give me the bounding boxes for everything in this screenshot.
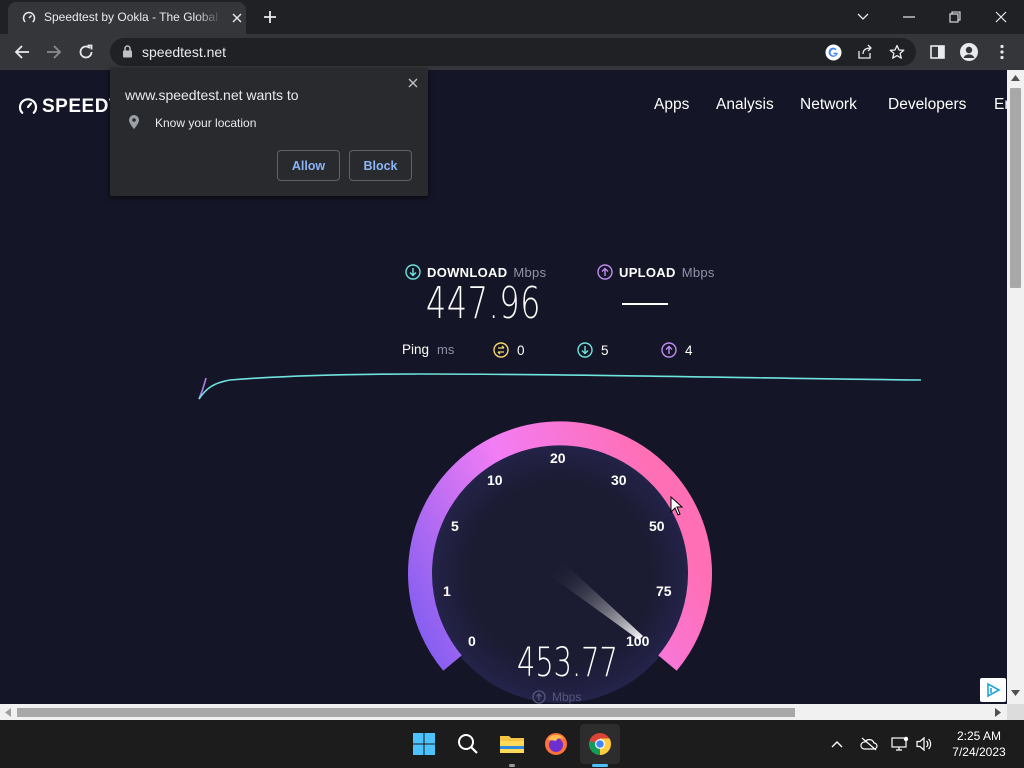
close-window-icon[interactable]	[978, 0, 1024, 34]
nav-analysis[interactable]: Analysis	[716, 96, 774, 114]
chrome-active-indicator	[592, 764, 608, 767]
explorer-running-indicator	[509, 764, 515, 767]
minimize-icon[interactable]	[886, 0, 932, 34]
nav-apps[interactable]: Apps	[654, 96, 689, 114]
upload-pending-dash	[622, 303, 668, 305]
location-pin-icon	[129, 115, 139, 129]
windows-start-icon[interactable]	[404, 724, 444, 764]
scroll-right-arrow-icon[interactable]	[995, 708, 1001, 717]
nav-developers[interactable]: Developers	[888, 96, 966, 114]
upload-unit: Mbps	[681, 264, 715, 280]
adchoices-icon[interactable]	[980, 678, 1006, 702]
network-icon[interactable]	[891, 735, 909, 753]
gauge-tick-20: 20	[550, 450, 566, 466]
firefox-icon[interactable]	[536, 724, 576, 764]
reload-icon[interactable]	[76, 42, 96, 62]
download-value: 447.96	[426, 278, 542, 329]
nav-enterprise-partial[interactable]: Er	[994, 96, 1007, 114]
ping-download: 5	[577, 342, 609, 358]
gauge-tick-10: 10	[487, 472, 503, 488]
ping-label-group: Ping ms	[402, 342, 454, 357]
gauge-unit-group: Mbps	[532, 690, 581, 704]
gauge-tick-5: 5	[451, 518, 459, 534]
upload-label: UPLOAD	[619, 264, 676, 280]
taskbar-clock[interactable]: 2:25 AM 7/24/2023	[944, 728, 1014, 760]
scroll-down-arrow-icon[interactable]	[1011, 690, 1020, 696]
allow-button[interactable]: Allow	[277, 150, 340, 181]
gauge-tick-75: 75	[656, 583, 672, 599]
horizontal-scroll-thumb[interactable]	[17, 708, 795, 717]
permission-request: Know your location	[155, 116, 257, 130]
ping-download-value: 5	[601, 342, 609, 358]
google-lens-icon[interactable]	[824, 43, 842, 61]
volume-icon[interactable]	[915, 735, 933, 753]
tab-search-chevron-icon[interactable]	[840, 0, 886, 34]
permission-title: www.speedtest.net wants to	[125, 87, 299, 103]
mouse-cursor-icon	[670, 496, 684, 516]
ping-upload-value: 4	[685, 342, 693, 358]
search-icon[interactable]	[448, 724, 488, 764]
url-text: speedtest.net	[142, 44, 227, 60]
horizontal-scrollbar[interactable]	[0, 704, 1007, 720]
gauge-tick-1: 1	[443, 583, 451, 599]
scroll-up-arrow-icon[interactable]	[1011, 75, 1020, 81]
download-latency-icon	[577, 342, 593, 358]
file-explorer-icon[interactable]	[492, 724, 532, 764]
gauge-value: 453.77	[517, 640, 618, 686]
clock-time: 2:25 AM	[956, 729, 1002, 743]
speedtest-favicon-icon	[22, 11, 36, 25]
windows-taskbar: 2:25 AM 7/24/2023	[0, 720, 1024, 768]
forward-arrow-icon[interactable]	[44, 42, 64, 62]
gauge-tick-0: 0	[468, 633, 476, 649]
profile-avatar-icon[interactable]	[959, 42, 979, 62]
side-panel-icon[interactable]	[927, 42, 947, 62]
ping-unit: ms	[437, 342, 455, 357]
address-bar[interactable]: speedtest.net	[110, 38, 916, 66]
back-arrow-icon[interactable]	[12, 42, 32, 62]
gauge-tick-100: 100	[626, 633, 650, 649]
idle-latency-icon	[493, 342, 509, 358]
gauge-upload-icon	[532, 690, 546, 704]
location-permission-popup: www.speedtest.net wants to Know your loc…	[110, 68, 428, 196]
popup-close-icon[interactable]	[406, 76, 420, 90]
block-button[interactable]: Block	[349, 150, 412, 181]
speed-history-graph	[198, 373, 922, 400]
download-arrow-icon	[405, 264, 421, 280]
speedtest-logo-icon	[18, 98, 38, 114]
share-icon[interactable]	[856, 43, 874, 61]
browser-toolbar: speedtest.net	[0, 34, 1024, 70]
tab-title: Speedtest by Ookla - The Global Broadban…	[44, 10, 222, 24]
chevron-up-icon[interactable]	[828, 735, 846, 753]
tab-strip: Speedtest by Ookla - The Global Broadban…	[0, 0, 1024, 34]
upload-header: UPLOAD Mbps	[597, 264, 715, 280]
upload-latency-icon	[661, 342, 677, 358]
ping-upload: 4	[661, 342, 693, 358]
scroll-left-arrow-icon[interactable]	[5, 708, 11, 717]
onedrive-offline-icon[interactable]	[860, 735, 878, 753]
restore-icon[interactable]	[932, 0, 978, 34]
gauge-tick-30: 30	[611, 472, 627, 488]
gauge-unit: Mbps	[552, 690, 582, 704]
clock-date: 7/24/2023	[952, 745, 1006, 759]
browser-tab-speedtest[interactable]: Speedtest by Ookla - The Global Broadban…	[8, 2, 246, 34]
ping-idle: 0	[493, 342, 525, 358]
tab-close-icon[interactable]	[230, 11, 244, 25]
vertical-scrollbar[interactable]	[1007, 70, 1024, 704]
speedtest-logo[interactable]: SPEEDT	[18, 96, 121, 118]
nav-network[interactable]: Network	[800, 96, 857, 114]
chrome-icon[interactable]	[580, 724, 620, 764]
gauge-tick-50: 50	[649, 518, 665, 534]
lock-icon[interactable]	[122, 45, 133, 58]
bookmark-star-icon[interactable]	[888, 43, 906, 61]
upload-arrow-icon	[597, 264, 613, 280]
new-tab-plus-icon[interactable]	[262, 9, 278, 25]
ping-label: Ping	[402, 342, 430, 357]
ping-idle-value: 0	[517, 342, 525, 358]
kebab-menu-icon[interactable]	[992, 42, 1012, 62]
vertical-scroll-thumb[interactable]	[1010, 88, 1021, 288]
scrollbar-corner	[1007, 704, 1024, 720]
